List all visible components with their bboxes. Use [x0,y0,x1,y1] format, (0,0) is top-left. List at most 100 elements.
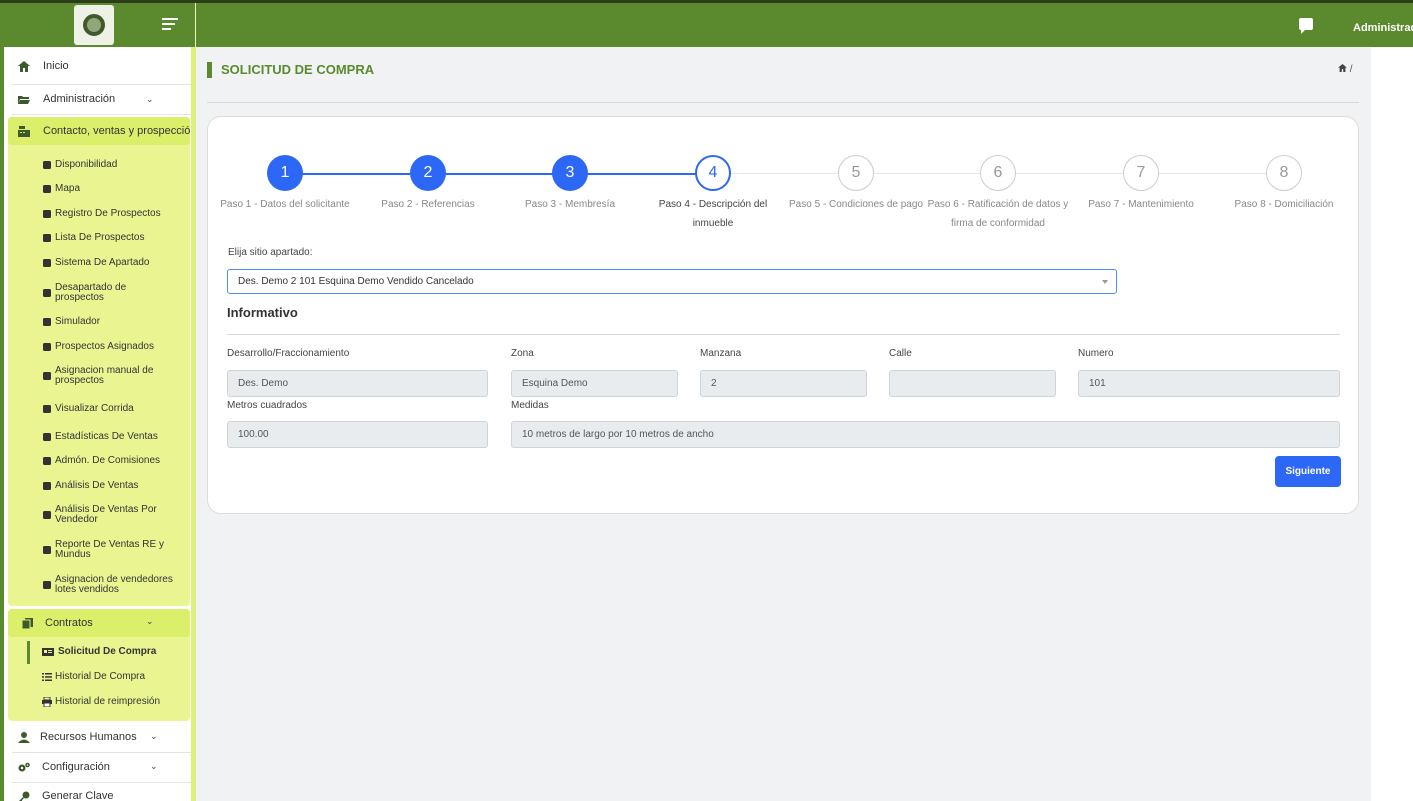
step-4-circle[interactable]: 4 [695,155,731,191]
numero-field[interactable]: 101 [1078,370,1340,397]
sub-label-line: Lista De Prospectos [55,232,145,243]
sub-label-line: Prospectos Asignados [55,341,154,352]
sidebar-subitem[interactable]: Mapa [42,184,80,194]
sidebar-item-label: Generar Clave [42,790,114,801]
chevron-down-icon: ⌄ [146,616,154,626]
home-icon[interactable] [1338,64,1347,72]
sidebar-subitem[interactable]: Visualizar Corrida [42,404,134,414]
id-card-icon [42,648,54,656]
calle-field[interactable] [889,370,1056,397]
desarrollo-field[interactable]: Des. Demo [227,370,488,397]
sub-label: Desapartado de prospectos [55,283,126,303]
sidebar-item-historial-compra[interactable]: Historial De Compra [42,672,145,682]
step-1-circle[interactable]: 1 [267,155,303,191]
list-icon [43,405,51,413]
sidebar-subitem[interactable]: Análisis De Ventas [42,481,138,491]
mundus-logo[interactable] [74,5,114,45]
sidebar-subitem[interactable]: Simulador [42,317,100,327]
sidebar-subitem[interactable]: Análisis De Ventas Por Vendedor [42,505,157,525]
user-plus-icon [43,210,51,218]
sidebar-subitem[interactable]: Reporte De Ventas RE y Mundus [42,540,164,560]
divider [12,84,191,85]
sub-label: Visualizar Corrida [55,404,134,414]
step-7-label: Paso 7 - Mantenimiento [1088,199,1194,210]
step-connector [1141,173,1284,174]
sidebar-subitem[interactable]: Asignacion de vendedores lotes vendidos [42,575,173,595]
sidebar-subitem[interactable]: Admón. De Comisiones [42,456,160,466]
sub-label-line: Visualizar Corrida [55,403,134,414]
sidebar-item-generar-clave[interactable]: Generar Clave [18,790,114,801]
sidebar-subitem[interactable]: Prospectos Asignados [42,342,154,352]
map-icon [43,185,51,193]
sub-label: Mapa [55,184,80,194]
user-name[interactable]: Administrador [1353,22,1413,34]
breadcrumb-separator: / [1349,64,1353,75]
step-3-circle[interactable]: 3 [552,155,588,191]
sidebar-item-configuracion[interactable]: Configuración [18,761,110,773]
money-icon [43,482,51,490]
list-icon [42,673,52,681]
sidebar-item-inicio[interactable]: Inicio [18,60,69,72]
sidebar-subitem[interactable]: Desapartado de prospectos [42,283,126,303]
step-5-circle[interactable]: 5 [838,155,874,191]
chevron-down-icon: ⌄ [150,731,158,741]
sub-label: Registro De Prospectos [55,209,161,219]
money-icon [43,511,51,519]
step-6-circle[interactable]: 6 [980,155,1016,191]
sidebar-subitem[interactable]: Registro De Prospectos [42,209,161,219]
user-tie-icon [18,731,30,743]
step-connector [570,173,713,175]
menu-toggle-icon[interactable] [162,18,178,32]
sidebar-subitem[interactable]: Asignacion manual de prospectos [42,366,153,386]
sidebar-subitem[interactable]: Lista De Prospectos [42,233,145,243]
home-icon [18,60,30,72]
sub-label: Solicitud De Compra [58,646,157,657]
sub-label: Historial De Compra [55,671,146,682]
manzana-field[interactable]: 2 [700,370,867,397]
logo-icon [83,14,105,36]
key-icon [18,791,30,801]
step-7-circle[interactable]: 7 [1123,155,1159,191]
chat-icon[interactable] [1299,18,1313,34]
sidebar-item-label: Administración [43,93,116,105]
sub-label: Admón. De Comisiones [55,456,160,466]
metros-label: Metros cuadrados [227,400,308,411]
sidebar-item-solicitud-compra[interactable]: Solicitud De Compra [42,647,156,657]
next-button[interactable]: Siguiente [1275,456,1341,487]
desarrollo-label: Desarrollo/Fraccionamiento [227,348,350,359]
sidebar-item-ventas[interactable]: Contacto, ventas y prospección [18,125,196,137]
sidebar-item-label: Recursos Humanos [40,731,137,743]
sidebar-item-administracion[interactable]: Administración [18,93,115,105]
step-connector [713,173,856,174]
sidebar-subitem[interactable]: Estadísticas De Ventas [42,432,158,442]
site-select-value: Des. Demo 2 101 Esquina Demo Vendido Can… [238,276,474,287]
sub-label: Prospectos Asignados [55,342,154,352]
logo-area [0,3,196,47]
medidas-label: Medidas [511,400,549,411]
numero-label: Numero [1078,348,1114,359]
hand-coin-icon [43,457,51,465]
warehouse-icon [43,161,51,169]
sidebar-item-label: Contacto, ventas y prospección [43,125,196,137]
sub-label-line: Análisis De Ventas [55,480,139,491]
sidebar-subitem[interactable]: Sistema De Apartado [42,258,150,268]
sub-label-line: Estadísticas De Ventas [55,431,158,442]
print-icon [42,697,52,707]
sub-label-line: Admón. De Comisiones [55,455,161,466]
sub-label-line: Mundus [55,549,91,560]
step-2-circle[interactable]: 2 [410,155,446,191]
site-select[interactable]: Des. Demo 2 101 Esquina Demo Vendido Can… [227,269,1117,294]
divider [12,114,191,115]
step-8-circle[interactable]: 8 [1266,155,1302,191]
sub-label: Análisis De Ventas [55,481,138,491]
sort-icon [43,372,51,380]
step-5-label: Paso 5 - Condiciones de pago [789,199,923,210]
sidebar-item-recursos-humanos[interactable]: Recursos Humanos [18,731,137,743]
zona-field[interactable]: Esquina Demo [511,370,678,397]
medidas-field[interactable]: 10 metros de largo por 10 metros de anch… [511,421,1340,448]
step-connector [998,173,1141,174]
sidebar-subitem[interactable]: Disponibilidad [42,160,117,170]
sidebar-item-historial-reimpresion[interactable]: Historial de reimpresión [42,697,160,707]
metros-field[interactable]: 100.00 [227,421,488,448]
sidebar-item-contratos[interactable]: Contratos [22,617,93,629]
